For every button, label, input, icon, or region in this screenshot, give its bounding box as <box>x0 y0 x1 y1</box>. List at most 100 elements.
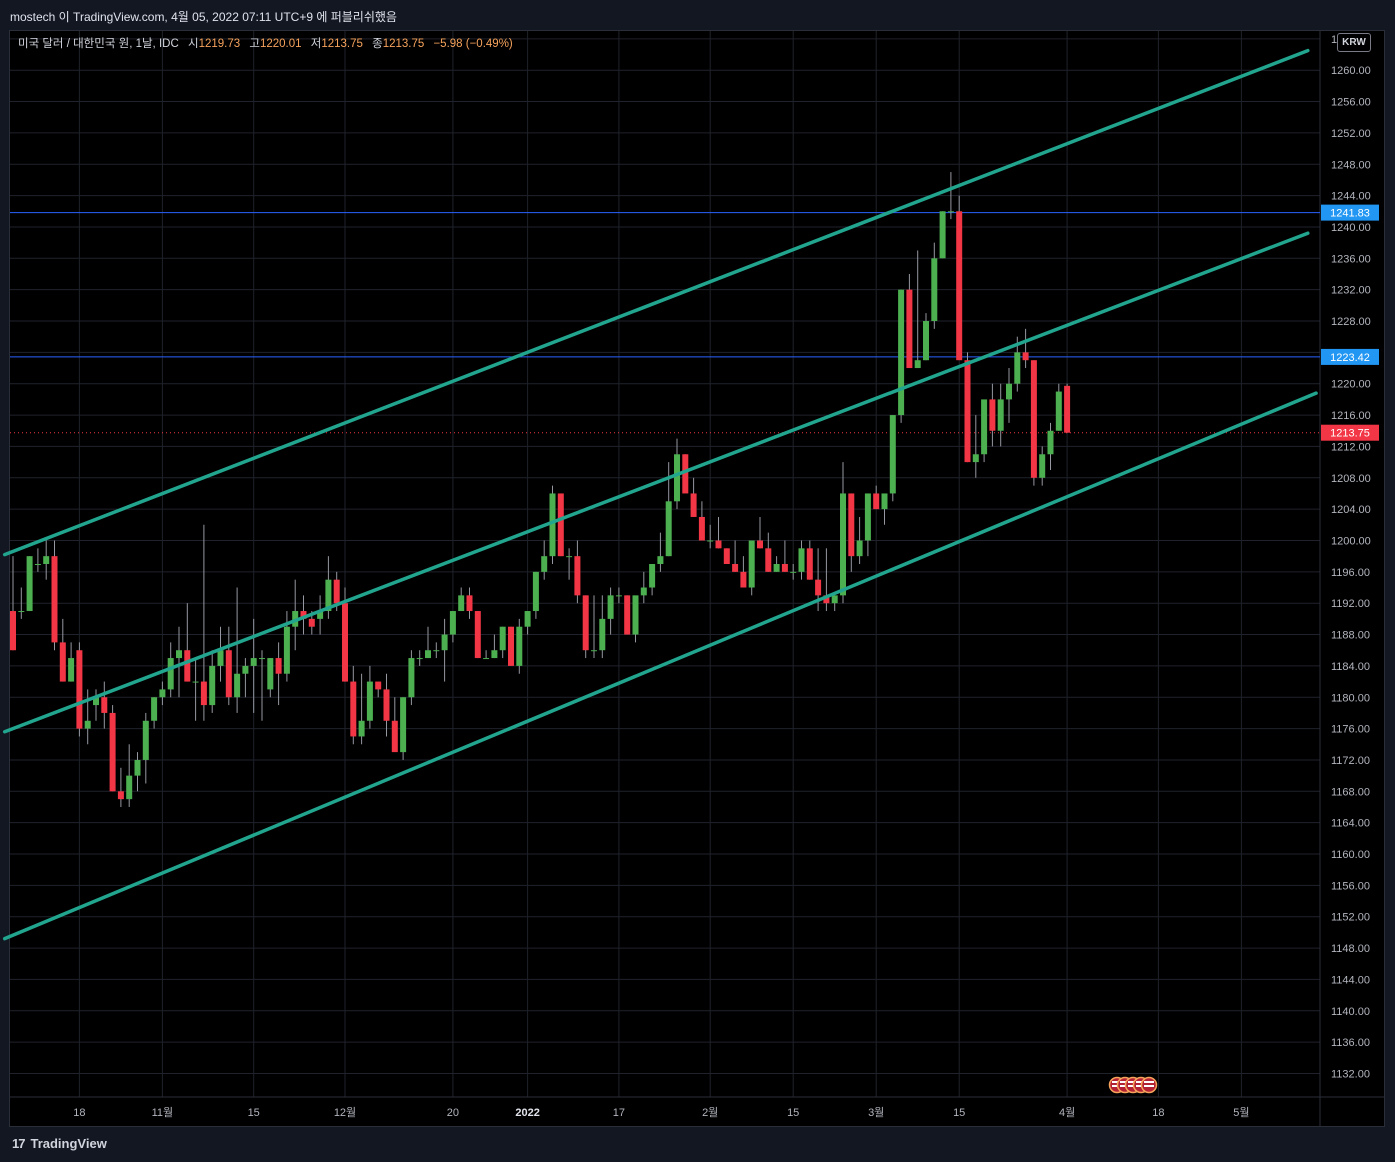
candle-down <box>508 626 514 666</box>
candle-up <box>615 595 622 597</box>
us-event-flag-stripe <box>1144 1081 1154 1083</box>
y-tick-label: 1180.00 <box>1331 692 1370 704</box>
candle-up <box>358 720 365 737</box>
candle-down <box>740 571 747 588</box>
symbol-name: 미국 달러 / 대한민국 원, 1날, IDC <box>18 38 179 50</box>
candle-up <box>283 626 290 674</box>
y-tick-label: 1220.00 <box>1331 379 1371 391</box>
candle-down <box>200 681 207 706</box>
candle-down <box>333 579 340 604</box>
tradingview-brand[interactable]: 17 TradingView <box>12 1136 107 1151</box>
x-tick-label: 17 <box>613 1107 625 1119</box>
x-tick-label: 15 <box>787 1107 799 1119</box>
candle-down <box>723 548 730 564</box>
y-tick-label: 1156.00 <box>1331 880 1370 892</box>
candle-up <box>1006 383 1012 400</box>
candle-up <box>831 595 838 604</box>
candle-up <box>790 571 797 573</box>
candle-down <box>350 681 357 737</box>
candle-up <box>259 658 265 660</box>
y-tick-label: 1192.00 <box>1331 598 1370 610</box>
candlestick-chart[interactable]: 1132.00 1136.00 1140.00 1144.00 1148.00 1152.… <box>0 0 1395 1162</box>
candle-up <box>491 650 498 659</box>
candle-down <box>765 548 772 572</box>
candle-up <box>159 689 166 698</box>
candle-up <box>923 321 929 361</box>
candle-up <box>881 493 888 510</box>
candle-up <box>591 650 597 652</box>
candle-up <box>217 650 224 666</box>
candle-up <box>856 540 863 557</box>
candle-up <box>499 626 506 651</box>
candle-up <box>1014 352 1021 384</box>
symbol-legend: 미국 달러 / 대한민국 원, 1날, IDC 시1219.73 고1220.0… <box>18 35 513 51</box>
candle-down <box>225 650 232 698</box>
candle-down <box>101 697 108 713</box>
candle-up <box>607 595 614 619</box>
y-tick-label: 1132.00 <box>1331 1068 1370 1080</box>
y-tick-label: 1248.00 <box>1331 159 1371 171</box>
x-tick-label: 18 <box>1152 1107 1164 1119</box>
low-value: 1213.75 <box>321 38 363 50</box>
close-value: 1213.75 <box>382 38 425 50</box>
low-label: 저 <box>310 38 322 50</box>
candle-up <box>632 595 639 635</box>
candle-down <box>1064 385 1071 433</box>
candle-up <box>889 415 896 494</box>
candle-up <box>433 650 440 652</box>
candle-down <box>375 681 382 690</box>
brand-name: TradingView <box>30 1136 107 1151</box>
candle-down <box>76 650 83 729</box>
candle-up <box>34 564 41 565</box>
bottom-bar <box>0 1128 1395 1162</box>
y-tick-label: 1140.00 <box>1331 1006 1370 1018</box>
candle-up <box>939 211 946 259</box>
candle-down <box>582 595 589 651</box>
candle-up <box>864 493 871 541</box>
currency-button[interactable]: KRW <box>1337 33 1371 52</box>
candle-down <box>117 791 124 800</box>
us-event-flag-stripe <box>1144 1085 1154 1087</box>
y-tick-label: 1244.00 <box>1331 191 1371 203</box>
candle-up <box>972 454 979 463</box>
candle-up <box>997 399 1004 431</box>
candle-up <box>176 650 182 659</box>
candle-up <box>532 571 539 612</box>
y-tick-label: 1236.00 <box>1331 253 1371 265</box>
candle-down <box>806 548 813 580</box>
y-tick-label: 1168.00 <box>1331 786 1370 798</box>
x-tick-label: 11월 <box>152 1106 174 1119</box>
candle-down <box>715 540 722 549</box>
x-tick-label: 15 <box>248 1107 260 1119</box>
candle-up <box>640 587 647 596</box>
candle-up <box>798 548 805 572</box>
candle-up <box>674 454 680 502</box>
candle-up <box>209 665 216 706</box>
candle-down <box>873 493 880 510</box>
candle-down <box>275 658 282 674</box>
candle-up <box>665 501 672 557</box>
candle-up <box>250 658 257 666</box>
candle-up <box>1039 454 1046 478</box>
candle-up <box>192 681 199 683</box>
y-tick-label: 1136.00 <box>1331 1037 1370 1049</box>
candle-down <box>698 516 705 541</box>
last-price-label: 1213.75 <box>1330 428 1370 440</box>
x-tick-label: 5월 <box>1233 1106 1249 1119</box>
candle-up <box>524 611 531 627</box>
change-value: −5.98 (−0.49%) <box>433 38 513 50</box>
y-tick-label: 1148.00 <box>1331 943 1370 955</box>
candle-up <box>408 658 415 698</box>
x-tick-label: 15 <box>953 1107 965 1119</box>
x-tick-label: 3월 <box>868 1106 884 1119</box>
candle-down <box>59 642 66 682</box>
candle-down <box>732 564 739 572</box>
candle-up <box>234 673 241 698</box>
candle-up <box>1055 391 1062 431</box>
y-tick-label: 1152.00 <box>1331 912 1370 924</box>
x-tick-label: 18 <box>73 1107 85 1119</box>
candle-up <box>748 540 755 588</box>
y-tick-label: 1196.00 <box>1331 567 1370 579</box>
candle-up <box>84 720 91 729</box>
candle-down <box>383 689 390 721</box>
